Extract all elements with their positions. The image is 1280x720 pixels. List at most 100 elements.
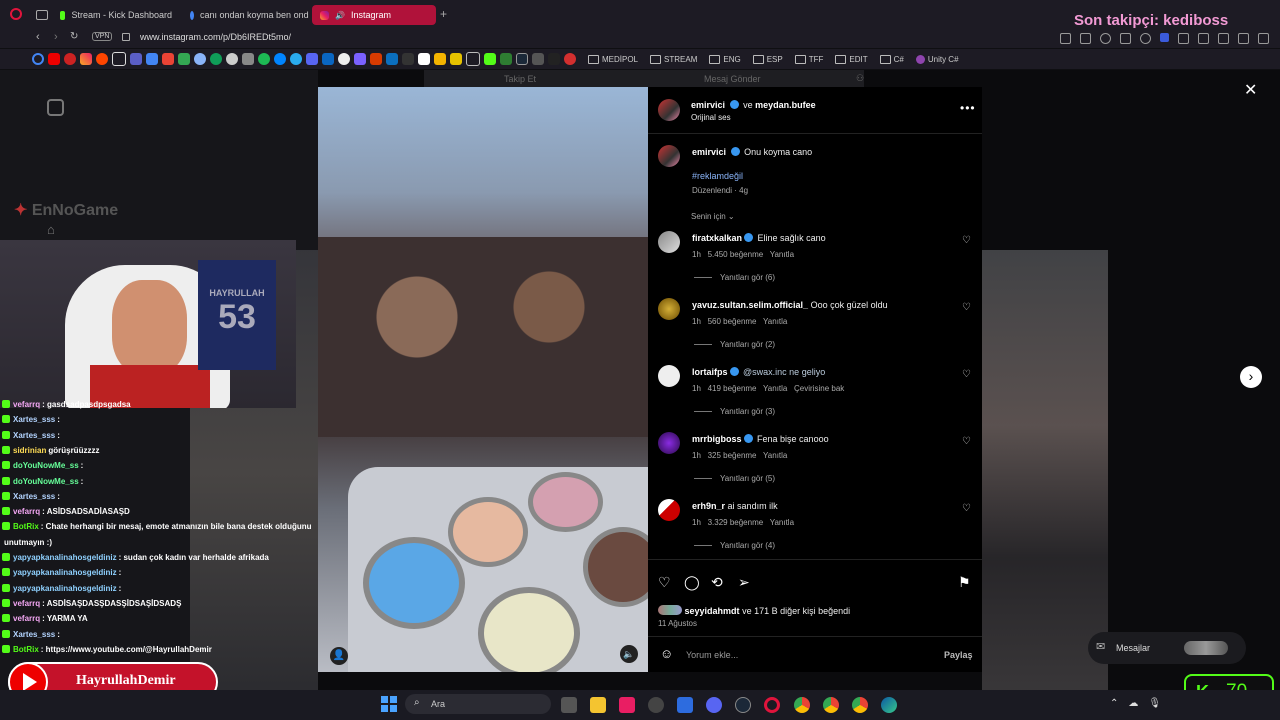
tab-switcher-icon[interactable] bbox=[36, 10, 48, 20]
chat-username[interactable]: vefarrq bbox=[13, 507, 40, 516]
reload-icon[interactable]: ↻ bbox=[70, 31, 78, 42]
opera-taskbar-icon[interactable] bbox=[764, 697, 780, 713]
bookmark-teams-icon[interactable] bbox=[130, 53, 142, 65]
hashtag-link[interactable]: #reklamdeğil bbox=[692, 171, 743, 181]
save-bookmark-icon[interactable]: ⚑ bbox=[958, 574, 971, 591]
reply-button[interactable]: Yanıtla bbox=[763, 317, 787, 326]
commenter-avatar[interactable] bbox=[658, 298, 680, 320]
steam-icon[interactable] bbox=[735, 697, 751, 713]
bookmark-folder-edit[interactable]: EDIT bbox=[835, 54, 868, 64]
view-replies-button[interactable]: Yanıtları gör (2) bbox=[694, 340, 775, 349]
reply-button[interactable]: Yanıtla bbox=[770, 250, 794, 259]
discord-icon[interactable] bbox=[706, 697, 722, 713]
mute-icon[interactable]: 🔈 bbox=[620, 645, 638, 663]
commenter-link[interactable]: mrrbigboss bbox=[692, 434, 742, 444]
commenter-link[interactable]: lortaifps bbox=[692, 367, 728, 377]
commenter-avatar[interactable] bbox=[658, 499, 680, 521]
chat-username[interactable]: Xartes_sss bbox=[13, 415, 55, 424]
file-explorer-icon[interactable] bbox=[590, 697, 606, 713]
collab-author-link[interactable]: meydan.bufee bbox=[755, 100, 816, 110]
bookmark-opera-icon[interactable] bbox=[564, 53, 576, 65]
more-options-icon[interactable]: ••• bbox=[960, 101, 976, 115]
bookmark-instagram-icon[interactable] bbox=[80, 53, 92, 65]
view-replies-button[interactable]: Yanıtları gör (3) bbox=[694, 407, 775, 416]
cloud-icon[interactable]: ☁ bbox=[1128, 698, 1138, 709]
send-message-button[interactable]: Mesaj Gönder bbox=[704, 74, 761, 84]
bookmark-spotify-icon[interactable] bbox=[258, 53, 270, 65]
chat-username[interactable]: Xartes_sss bbox=[13, 431, 55, 440]
repost-icon[interactable]: ⟲ bbox=[711, 574, 723, 591]
commenter-link[interactable]: erh9n_r bbox=[692, 501, 725, 511]
system-tray[interactable]: ⌃ ☁ 🎙 bbox=[1110, 698, 1161, 709]
github-desktop-icon[interactable] bbox=[648, 697, 664, 713]
vpn-app-icon[interactable] bbox=[677, 697, 693, 713]
bookmark-drive-icon[interactable] bbox=[178, 53, 190, 65]
bookmark-google-icon[interactable] bbox=[32, 53, 44, 65]
bookmark-youtube-music-icon[interactable] bbox=[64, 53, 76, 65]
reply-button[interactable]: Yanıtla bbox=[763, 451, 787, 460]
bookmark-copilot-icon[interactable] bbox=[354, 53, 366, 65]
forward-icon[interactable]: › bbox=[54, 31, 58, 43]
add-person-icon[interactable]: ⚇ bbox=[856, 73, 864, 84]
bookmark-folder-tff[interactable]: TFF bbox=[794, 54, 823, 64]
bookmark-folder-csharp[interactable]: C# bbox=[879, 54, 904, 64]
bookmark-maps-icon[interactable] bbox=[210, 53, 222, 65]
bookmark-folder-eng[interactable]: ENG bbox=[709, 54, 741, 64]
bookmark-file-icon[interactable] bbox=[466, 52, 480, 66]
chat-username[interactable]: yapyapkanalinahosgeldiniz bbox=[13, 553, 117, 562]
view-replies-button[interactable]: Yanıtları gör (5) bbox=[694, 474, 775, 483]
post-comment-button[interactable]: Paylaş bbox=[944, 650, 973, 660]
audio-link[interactable]: Orijinal ses bbox=[691, 113, 731, 122]
comment-icon[interactable]: ◯ bbox=[684, 574, 700, 591]
chrome-profile-icon[interactable] bbox=[823, 697, 839, 713]
commenter-avatar[interactable] bbox=[658, 432, 680, 454]
browser-extension-icons[interactable] bbox=[1060, 33, 1269, 44]
bookmark-telegram-icon[interactable] bbox=[290, 53, 302, 65]
chat-username[interactable]: Xartes_sss bbox=[13, 630, 55, 639]
bookmark-notion-icon[interactable] bbox=[418, 53, 430, 65]
bookmark-steam-icon[interactable] bbox=[516, 53, 528, 65]
bookmark-misc2-icon[interactable] bbox=[548, 53, 560, 65]
bookmark-github-icon[interactable] bbox=[338, 53, 350, 65]
comment-likes[interactable]: 419 beğenme bbox=[708, 384, 757, 393]
comment-likes[interactable]: 560 beğenme bbox=[708, 317, 757, 326]
bookmark-folder-stream[interactable]: STREAM bbox=[650, 54, 697, 64]
post-video[interactable]: 👤 🔈 bbox=[318, 87, 648, 672]
comment-likes[interactable]: 3.329 beğenme bbox=[708, 518, 764, 527]
share-icon[interactable]: ➢ bbox=[738, 574, 750, 591]
tab-instagram[interactable]: 🔊 Instagram bbox=[312, 5, 436, 25]
comment-input[interactable]: Yorum ekle... bbox=[686, 650, 738, 660]
url-field[interactable]: www.instagram.com/p/Db6IREDt5mo/ bbox=[140, 32, 291, 42]
reply-button[interactable]: Yanıtla bbox=[763, 384, 787, 393]
commenter-avatar[interactable] bbox=[658, 365, 680, 387]
microphone-icon[interactable]: 🎙 bbox=[1148, 698, 1161, 709]
view-replies-button[interactable]: Yanıtları gör (4) bbox=[694, 541, 775, 550]
emoji-picker-icon[interactable]: ☺ bbox=[660, 646, 673, 661]
music-app-icon[interactable] bbox=[619, 697, 635, 713]
tab-google-search[interactable]: canı ondan koyma ben ond bbox=[182, 5, 310, 25]
bookmark-reddit-icon[interactable] bbox=[96, 53, 108, 65]
chat-username[interactable]: BotRix bbox=[13, 645, 39, 654]
bookmark-sheet-icon[interactable] bbox=[434, 53, 446, 65]
bookmark-unity-csharp[interactable]: Unity C# bbox=[915, 54, 959, 64]
close-icon[interactable]: ✕ bbox=[1244, 80, 1257, 100]
bookmark-game-icon[interactable] bbox=[500, 53, 512, 65]
comment-like-heart-icon[interactable]: ♡ bbox=[962, 369, 971, 380]
user-tag-icon[interactable]: 👤 bbox=[330, 647, 348, 665]
home-icon[interactable]: ⌂ bbox=[47, 222, 55, 237]
commenter-link[interactable]: yavuz.sultan.selim.official_ bbox=[692, 300, 808, 310]
bookmark-gmail-icon[interactable] bbox=[162, 53, 174, 65]
chat-username[interactable]: vefarrq bbox=[13, 599, 40, 608]
bookmark-tool-icon[interactable] bbox=[386, 53, 398, 65]
bookmark-x-icon[interactable] bbox=[112, 52, 126, 66]
bookmark-office-icon[interactable] bbox=[370, 53, 382, 65]
instagram-logo-icon[interactable] bbox=[47, 99, 64, 116]
chat-username[interactable]: Xartes_sss bbox=[13, 492, 55, 501]
commenter-link[interactable]: firatxkalkan bbox=[692, 233, 742, 243]
bookmark-s-icon[interactable] bbox=[450, 53, 462, 65]
bookmark-kick-icon[interactable] bbox=[484, 53, 496, 65]
opera-logo-icon[interactable] bbox=[10, 8, 22, 20]
bookmark-discord-icon[interactable] bbox=[306, 53, 318, 65]
chevron-up-icon[interactable]: ⌃ bbox=[1110, 698, 1118, 709]
comment-like-heart-icon[interactable]: ♡ bbox=[962, 503, 971, 514]
